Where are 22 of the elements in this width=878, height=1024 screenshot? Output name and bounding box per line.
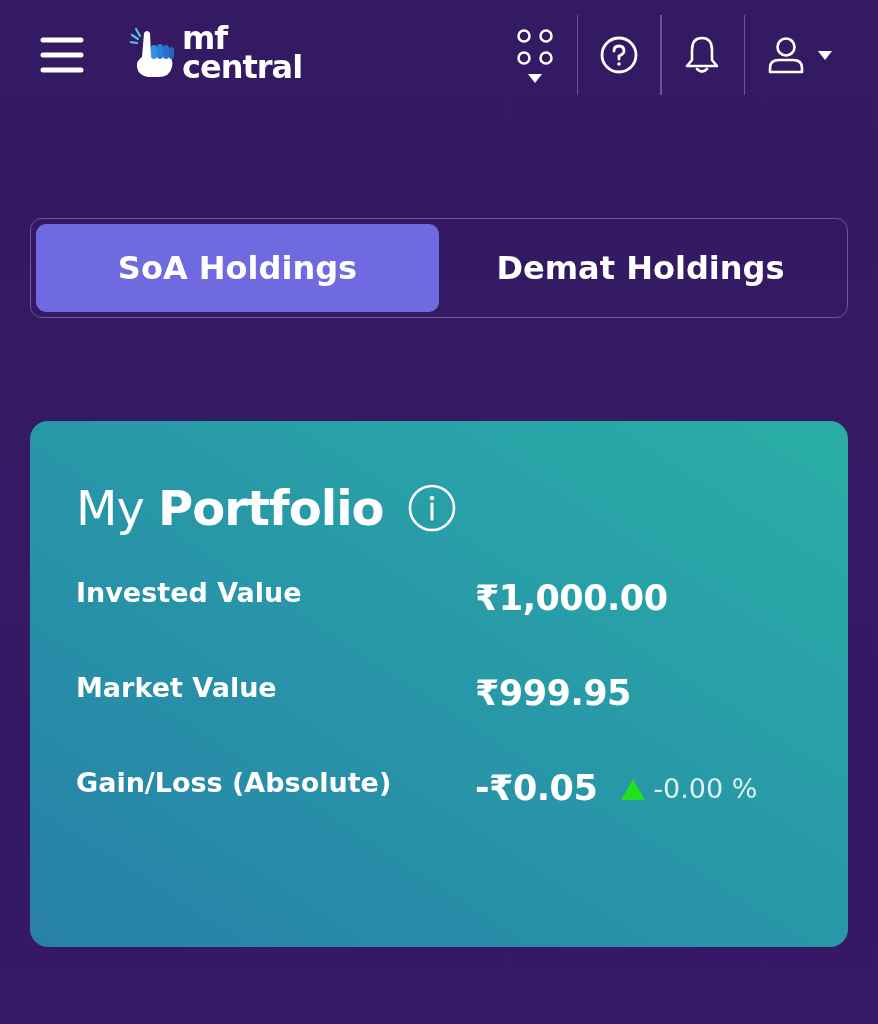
notifications-button[interactable] (683, 35, 720, 75)
caret-icon (527, 73, 542, 83)
holdings-tab[interactable]: SoA Holdings (36, 224, 439, 312)
caret-icon (818, 50, 832, 60)
account-menu-button[interactable] (767, 35, 832, 75)
user-icon (767, 36, 805, 74)
change-percent: -0.00 % (653, 772, 758, 807)
row-label: Invested Value (76, 576, 303, 611)
row-label: Gain/Loss (Absolute) (76, 766, 393, 801)
row-value: ₹999.95 (475, 672, 631, 716)
help-button[interactable] (600, 36, 638, 74)
dots-grid-icon (515, 27, 554, 66)
info-icon[interactable] (407, 484, 456, 532)
holdings-tab[interactable]: Demat Holdings (439, 224, 842, 312)
row-label: Market Value (76, 671, 278, 706)
logo-wordmark[interactable]: mf central (182, 24, 303, 82)
row-value: ₹1,000.00 (475, 577, 668, 621)
bell-icon (683, 35, 720, 75)
menu-button[interactable] (40, 36, 84, 74)
menu-icon (40, 36, 84, 74)
help-icon (600, 36, 638, 74)
row-value: -₹0.05 (475, 767, 598, 811)
